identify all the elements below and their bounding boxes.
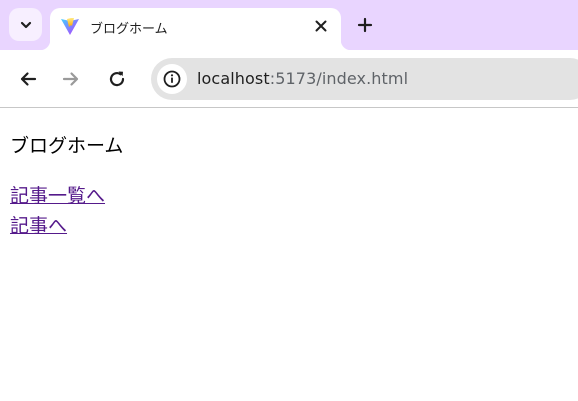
new-tab-button[interactable]	[353, 13, 377, 37]
site-info-button[interactable]	[157, 64, 187, 94]
close-icon	[315, 20, 327, 32]
tab-search-button[interactable]	[9, 8, 42, 41]
tab-active[interactable]: ブログホーム	[40, 8, 351, 50]
reload-button[interactable]	[105, 67, 129, 91]
arrow-left-icon	[20, 72, 37, 86]
page-content: ブログホーム 記事一覧へ 記事へ	[0, 109, 578, 401]
browser-window: ブログホーム localhost:5173/index.html ブログホーム …	[0, 0, 578, 401]
forward-button[interactable]	[59, 67, 83, 91]
address-bar[interactable]: localhost:5173/index.html	[151, 58, 578, 100]
article-link[interactable]: 記事へ	[10, 211, 67, 238]
tab-title: ブログホーム	[90, 22, 168, 37]
info-icon	[163, 70, 181, 88]
tab-close-button[interactable]	[311, 16, 331, 36]
plus-icon	[357, 17, 373, 33]
browser-toolbar: localhost:5173/index.html	[0, 50, 578, 108]
url-text: localhost:5173/index.html	[197, 69, 408, 88]
page-title: ブログホーム	[10, 135, 124, 157]
arrow-right-icon	[62, 72, 79, 86]
reload-icon	[109, 71, 125, 87]
url-host: localhost	[197, 69, 270, 88]
article-list-link[interactable]: 記事一覧へ	[10, 181, 105, 208]
chevron-down-icon	[20, 21, 31, 28]
tab-strip: ブログホーム	[0, 0, 578, 50]
back-button[interactable]	[16, 67, 40, 91]
vite-logo-icon	[61, 18, 79, 35]
url-path: :5173/index.html	[269, 69, 409, 88]
